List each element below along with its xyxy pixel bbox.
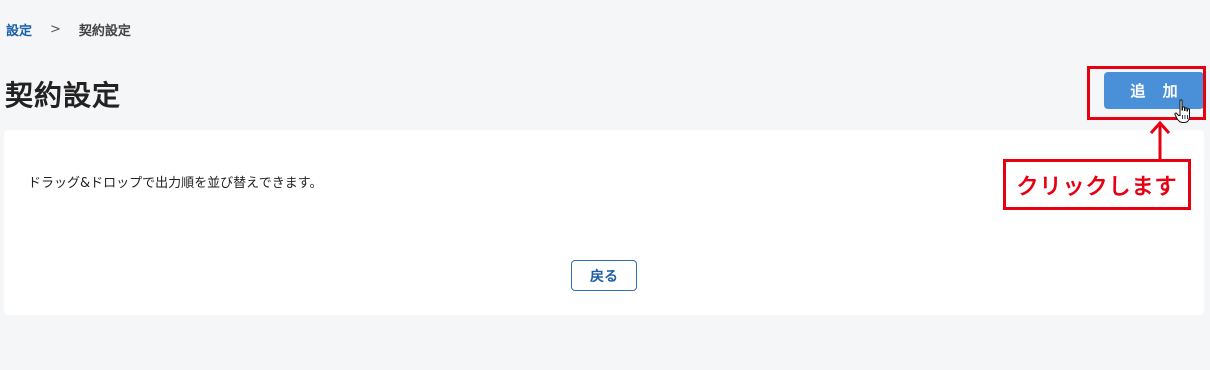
back-button[interactable]: 戻る [571, 260, 637, 291]
breadcrumb-separator: > [50, 22, 61, 37]
breadcrumb-current: 契約設定 [78, 24, 131, 39]
breadcrumb: 設定 > 契約設定 [6, 20, 131, 39]
drag-drop-instruction: ドラッグ&ドロップで出力順を並び替えできます。 [28, 176, 323, 191]
content-card: ドラッグ&ドロップで出力順を並び替えできます。 戻る [4, 130, 1204, 315]
arrow-up-icon [1149, 120, 1171, 159]
breadcrumb-link-settings[interactable]: 設定 [6, 20, 32, 39]
page-title: 契約設定 [5, 79, 122, 112]
annotation-callout: クリックします [1003, 159, 1191, 210]
hand-pointer-icon [1174, 99, 1190, 123]
